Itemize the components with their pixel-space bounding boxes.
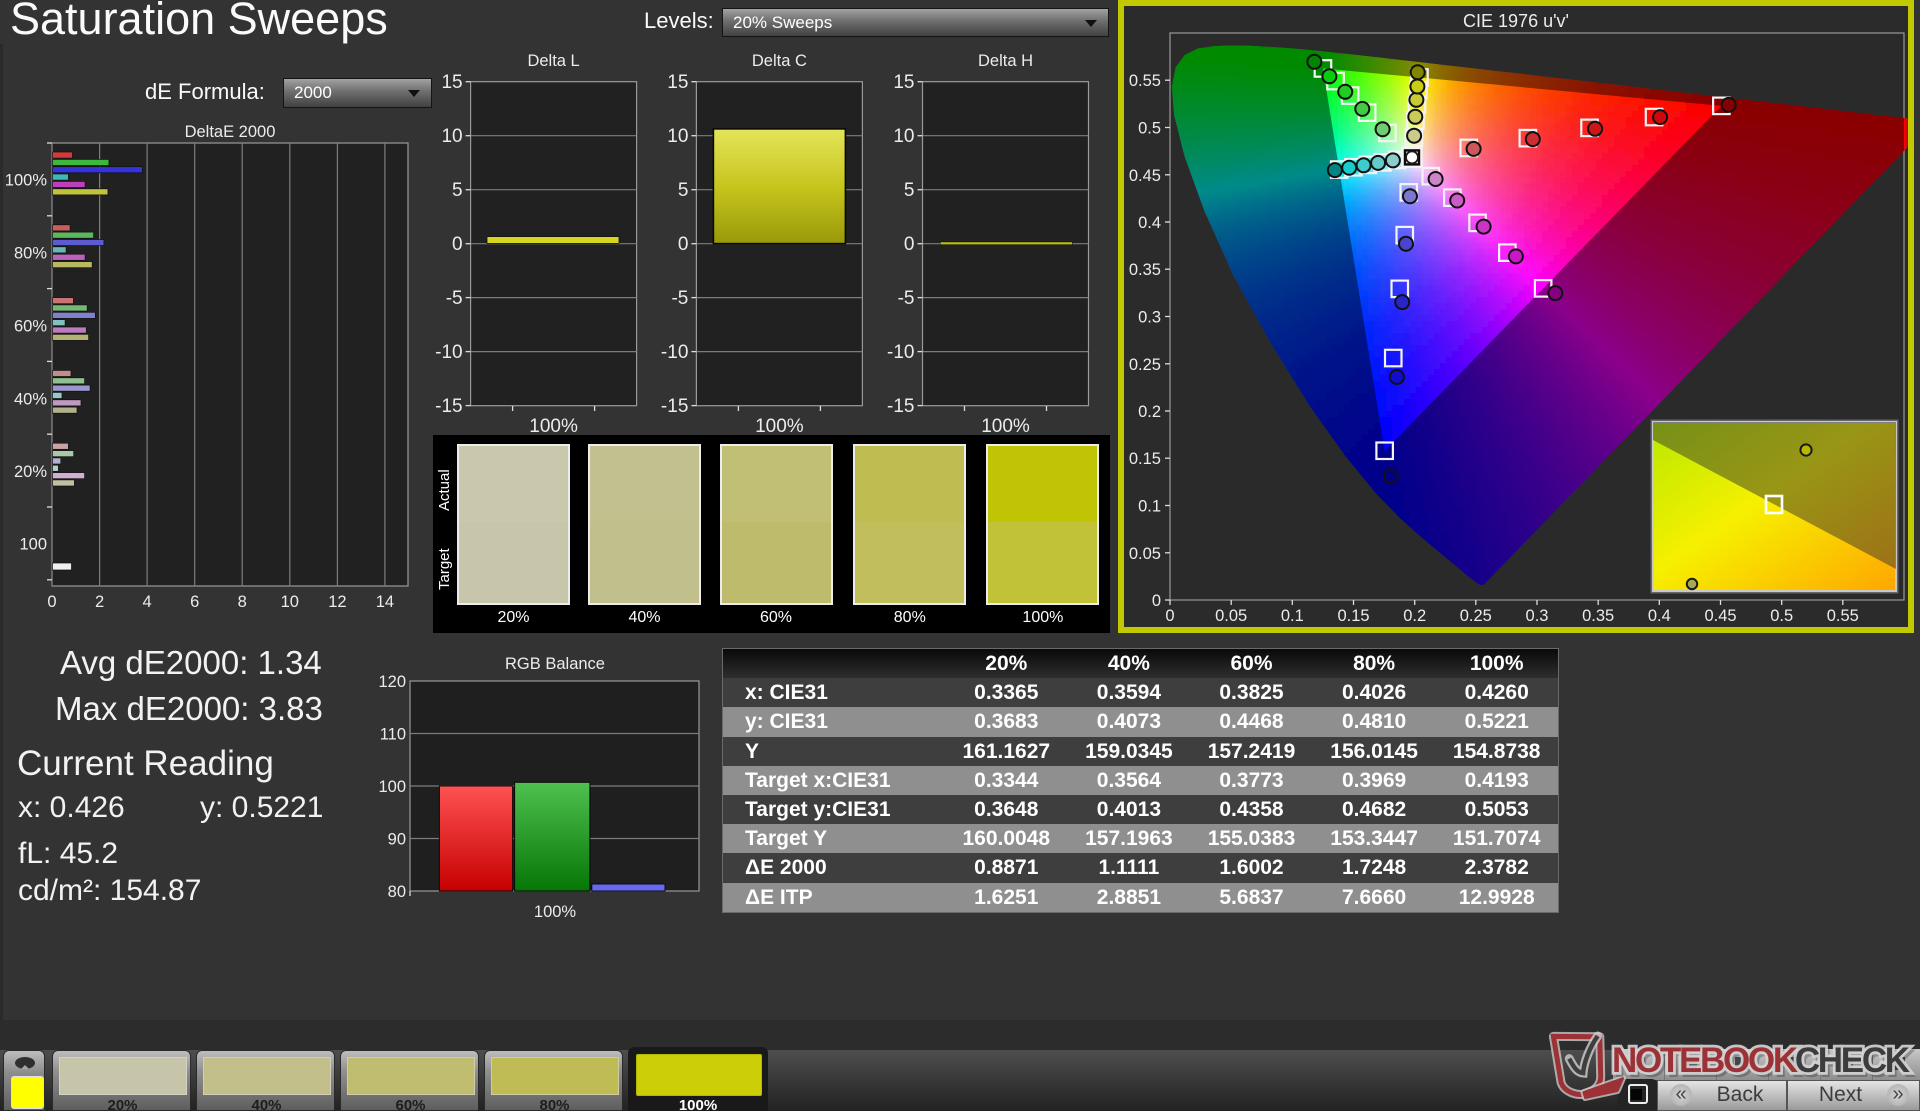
svg-text:100%: 100% (5, 172, 48, 190)
svg-text:-10: -10 (661, 342, 688, 363)
svg-text:100%: 100% (529, 416, 578, 437)
svg-text:100: 100 (378, 778, 406, 796)
svg-text:120: 120 (378, 673, 406, 691)
svg-text:0.2: 0.2 (1138, 403, 1161, 421)
svg-text:10: 10 (441, 126, 462, 147)
svg-text:0.15: 0.15 (1129, 450, 1161, 468)
svg-text:0.4: 0.4 (1138, 214, 1161, 232)
svg-text:Delta C: Delta C (752, 52, 807, 70)
svg-text:5: 5 (452, 180, 463, 201)
svg-text:0: 0 (678, 234, 689, 255)
svg-text:0.55: 0.55 (1827, 607, 1859, 625)
svg-text:4: 4 (143, 593, 152, 611)
svg-text:15: 15 (893, 72, 914, 93)
svg-text:0.2: 0.2 (1403, 607, 1426, 625)
svg-text:-15: -15 (661, 396, 688, 417)
svg-text:10: 10 (667, 126, 688, 147)
svg-text:-10: -10 (887, 342, 914, 363)
svg-text:5: 5 (904, 180, 915, 201)
svg-text:-5: -5 (671, 288, 688, 309)
svg-text:0: 0 (452, 234, 463, 255)
svg-text:0: 0 (1165, 607, 1174, 625)
svg-text:0.05: 0.05 (1215, 607, 1247, 625)
svg-text:-5: -5 (446, 288, 463, 309)
svg-text:0.25: 0.25 (1460, 607, 1492, 625)
svg-text:DeltaE 2000: DeltaE 2000 (185, 123, 276, 141)
svg-text:0.1: 0.1 (1281, 607, 1304, 625)
svg-text:100%: 100% (981, 416, 1030, 437)
svg-text:0.45: 0.45 (1704, 607, 1736, 625)
svg-text:-15: -15 (887, 396, 914, 417)
svg-text:100%: 100% (755, 416, 804, 437)
svg-text:60%: 60% (14, 318, 47, 336)
svg-text:0.05: 0.05 (1129, 545, 1161, 563)
svg-text:14: 14 (376, 593, 394, 611)
svg-text:5: 5 (678, 180, 689, 201)
svg-text:90: 90 (388, 831, 406, 849)
svg-text:0: 0 (1152, 592, 1161, 610)
svg-text:15: 15 (441, 72, 462, 93)
svg-text:-5: -5 (898, 288, 915, 309)
svg-text:110: 110 (380, 726, 406, 744)
svg-text:Delta H: Delta H (978, 52, 1033, 70)
svg-text:0.5: 0.5 (1138, 120, 1161, 138)
svg-text:0.5: 0.5 (1770, 607, 1793, 625)
svg-text:6: 6 (190, 593, 199, 611)
svg-text:0.45: 0.45 (1129, 167, 1161, 185)
svg-text:0: 0 (47, 593, 56, 611)
svg-text:0: 0 (904, 234, 915, 255)
svg-text:0.25: 0.25 (1129, 356, 1161, 374)
svg-text:-15: -15 (435, 396, 462, 417)
svg-text:CIE 1976 u'v': CIE 1976 u'v' (1463, 11, 1569, 31)
svg-text:0.35: 0.35 (1129, 261, 1161, 279)
svg-text:100%: 100% (534, 903, 577, 921)
svg-text:-10: -10 (435, 342, 462, 363)
svg-text:Delta L: Delta L (527, 52, 579, 70)
svg-text:NOTEBOOKCHECK: NOTEBOOKCHECK (1612, 1041, 1910, 1080)
svg-text:20%: 20% (14, 463, 47, 481)
svg-text:15: 15 (667, 72, 688, 93)
svg-text:0.1: 0.1 (1138, 498, 1161, 516)
svg-text:0.35: 0.35 (1582, 607, 1614, 625)
svg-text:RGB Balance: RGB Balance (505, 655, 605, 673)
svg-text:8: 8 (238, 593, 247, 611)
svg-text:10: 10 (893, 126, 914, 147)
svg-text:0.3: 0.3 (1138, 309, 1161, 327)
svg-text:0.4: 0.4 (1648, 607, 1671, 625)
svg-text:80%: 80% (14, 245, 47, 263)
svg-text:80: 80 (388, 883, 406, 901)
svg-text:40%: 40% (14, 391, 47, 409)
svg-text:0.55: 0.55 (1129, 72, 1161, 90)
svg-text:100: 100 (19, 536, 47, 554)
svg-text:10: 10 (281, 593, 299, 611)
svg-text:0.3: 0.3 (1526, 607, 1549, 625)
svg-text:12: 12 (328, 593, 346, 611)
svg-text:0.15: 0.15 (1337, 607, 1369, 625)
svg-text:2: 2 (95, 593, 104, 611)
